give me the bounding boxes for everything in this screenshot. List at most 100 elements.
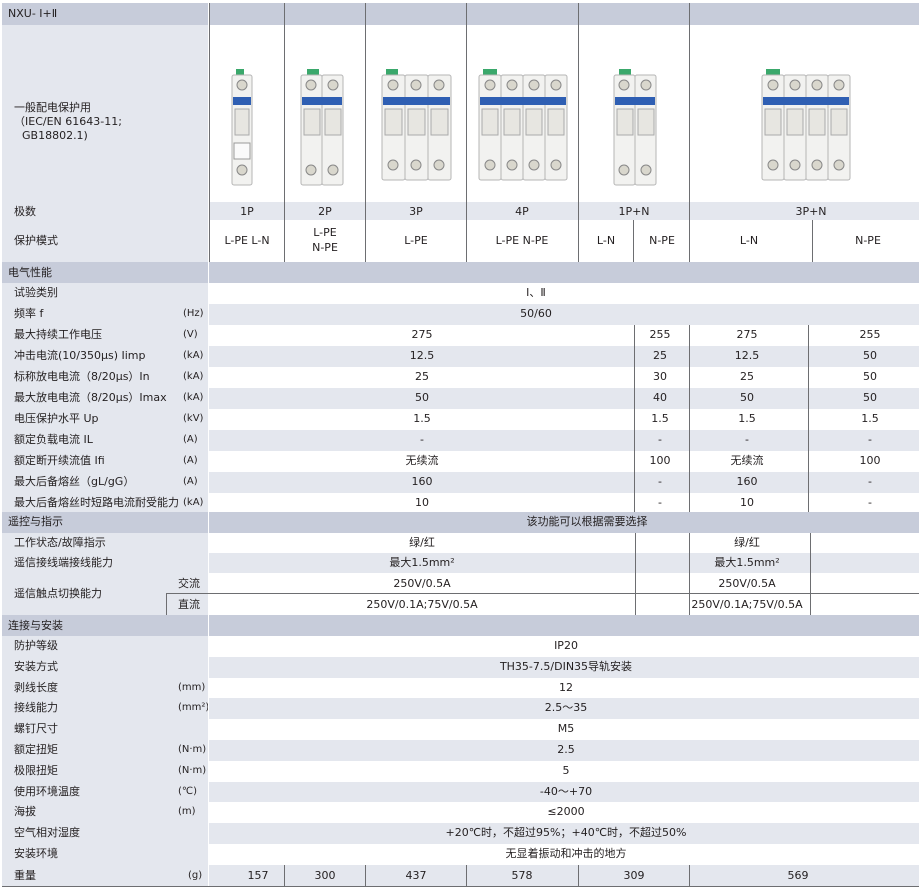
electrical-row-value: 160 bbox=[411, 475, 433, 488]
status-label: 工作状态/故障指示 bbox=[14, 536, 106, 549]
product-image-3p-n bbox=[690, 25, 919, 202]
install-row-unit: (mm²) bbox=[178, 702, 210, 714]
mode-3p-n-npe: N-PE bbox=[855, 234, 881, 247]
product-image-2p bbox=[285, 25, 365, 202]
install-row-label: 剥线长度 bbox=[14, 680, 58, 694]
dc-value-b: 250V/0.1A;75V/0.5A bbox=[691, 598, 803, 611]
electrical-row-value: 1.5 bbox=[413, 412, 431, 425]
electrical-row-value: 10 bbox=[740, 496, 754, 509]
electrical-row-value: 1.5 bbox=[651, 412, 669, 425]
install-row-value: IP20 bbox=[554, 639, 578, 652]
electrical-row-value: - bbox=[658, 433, 662, 446]
electrical-row-value: 1.5 bbox=[861, 412, 879, 425]
electrical-row-value: - bbox=[868, 496, 872, 509]
electrical-row-unit: (Hz) bbox=[183, 308, 204, 319]
install-row-label: 防护等级 bbox=[14, 639, 58, 652]
install-row-label: 极限扭矩 bbox=[14, 763, 58, 777]
remote-title: 遥控与指示 bbox=[8, 515, 63, 528]
electrical-row-label: 电压保护水平 Up bbox=[14, 412, 99, 425]
electrical-row-value: 50/60 bbox=[520, 307, 552, 320]
electrical-row-value: 50 bbox=[863, 370, 877, 383]
electrical-row-value: 100 bbox=[859, 454, 881, 467]
electrical-row-value: 30 bbox=[653, 370, 667, 383]
electrical-row-value: 无续流 bbox=[730, 454, 764, 467]
poles-3p: 3P bbox=[409, 205, 423, 218]
electrical-row-value: - bbox=[420, 433, 424, 446]
mode-1p: L-PE L-N bbox=[224, 234, 270, 247]
electrical-row-value: 25 bbox=[653, 349, 667, 362]
weight-2p: 300 bbox=[314, 869, 336, 882]
poles-2p: 2P bbox=[318, 205, 332, 218]
poles-3p-n: 3P+N bbox=[795, 205, 827, 218]
electrical-row-unit: (A) bbox=[183, 455, 198, 466]
poles-4p: 4P bbox=[515, 205, 529, 218]
electrical-row-value: 50 bbox=[863, 391, 877, 404]
poles-1p: 1P bbox=[240, 205, 254, 218]
dc-label: 直流 bbox=[178, 598, 200, 611]
electrical-row-value: 50 bbox=[740, 391, 754, 404]
install-row-label: 海拔 bbox=[14, 805, 36, 819]
dc-value-a: 250V/0.1A;75V/0.5A bbox=[366, 598, 478, 611]
weight-unit: (g) bbox=[188, 870, 203, 881]
electrical-row-label: 标称放电电流（8/20μs）In bbox=[14, 370, 150, 383]
electrical-row-unit: (kA) bbox=[183, 392, 204, 403]
install-row-value: ≤2000 bbox=[547, 805, 585, 819]
electrical-row-value: 50 bbox=[415, 391, 429, 404]
electrical-row bbox=[2, 472, 919, 493]
electrical-row-value: 1.5 bbox=[738, 412, 756, 425]
install-row-label: 额定扭矩 bbox=[14, 743, 58, 756]
electrical-row-label: 额定负载电流 IL bbox=[14, 433, 93, 446]
model-name: NXU- Ⅰ+Ⅱ bbox=[8, 7, 58, 20]
electrical-row-value: 255 bbox=[649, 328, 671, 341]
install-row-label: 螺钉尺寸 bbox=[14, 722, 58, 736]
install-row-value: +20℃时，不超过95%；+40℃时，不超过50% bbox=[445, 826, 687, 840]
electrical-row-label: 最大持续工作电压 bbox=[14, 328, 102, 341]
install-row-value: 2.5～35 bbox=[544, 701, 588, 715]
install-row bbox=[2, 740, 919, 761]
install-row-unit: (m) bbox=[178, 806, 196, 818]
electrical-row-unit: (kA) bbox=[183, 371, 204, 382]
electrical-row-label: 最大后备熔丝时短路电流耐受能力 bbox=[14, 496, 179, 509]
status-value-a: 绿/红 bbox=[409, 536, 435, 549]
install-row bbox=[2, 656, 919, 678]
electrical-row-label: 频率 f bbox=[14, 307, 44, 320]
electrical-row-value: 10 bbox=[415, 496, 429, 509]
electrical-row-value: 275 bbox=[411, 328, 433, 341]
electrical-header bbox=[2, 262, 919, 283]
wiring-value-b: 最大1.5mm² bbox=[714, 556, 780, 569]
electrical-row-value: - bbox=[658, 475, 662, 488]
install-header bbox=[2, 615, 919, 636]
electrical-row-label: 试验类别 bbox=[14, 286, 58, 299]
install-row-value: M5 bbox=[557, 722, 575, 736]
weight-1p-n: 309 bbox=[623, 869, 645, 882]
electrical-row-value: 160 bbox=[736, 475, 758, 488]
install-row-label: 使用环境温度 bbox=[14, 784, 80, 798]
switch-label: 遥信触点切换能力 bbox=[14, 587, 102, 600]
product-image-4p bbox=[467, 25, 578, 202]
electrical-title: 电气性能 bbox=[8, 266, 52, 279]
install-row-value: TH35-7.5/DIN35导轨安装 bbox=[499, 659, 633, 673]
electrical-row-value: Ⅰ、Ⅱ bbox=[526, 286, 546, 299]
ac-label: 交流 bbox=[178, 577, 200, 590]
electrical-row-unit: (kV) bbox=[183, 413, 204, 424]
mode-3p-n-ln: L-N bbox=[739, 234, 759, 247]
electrical-row-value: 25 bbox=[415, 370, 429, 383]
electrical-row-value: 无续流 bbox=[405, 454, 439, 467]
install-title: 连接与安装 bbox=[8, 619, 63, 632]
spec-sheet: NXU- Ⅰ+Ⅱ 一般配电保护用 （IEC/EN 61643-11; GB188… bbox=[2, 3, 919, 890]
electrical-row-value: - bbox=[868, 433, 872, 446]
application-line-2: （IEC/EN 61643-11; bbox=[14, 115, 122, 128]
install-row-unit: (N·m) bbox=[178, 744, 207, 755]
install-row-unit: (℃) bbox=[178, 785, 198, 797]
mode-4p: L-PE N-PE bbox=[495, 234, 549, 247]
electrical-row bbox=[2, 304, 919, 325]
weight-row bbox=[2, 865, 919, 886]
install-row-unit: (N·m) bbox=[178, 764, 207, 776]
remote-note: 该功能可以根据需要选择 bbox=[526, 515, 648, 528]
electrical-row-value: 50 bbox=[863, 349, 877, 362]
wiring-label: 遥信接线端接线能力 bbox=[14, 556, 113, 569]
product-image-3p bbox=[366, 25, 466, 202]
electrical-row-value: - bbox=[868, 475, 872, 488]
electrical-row-label: 最大放电电流（8/20μs）Imax bbox=[14, 391, 167, 404]
electrical-row-label: 最大后备熔丝（gL/gG） bbox=[14, 475, 135, 488]
